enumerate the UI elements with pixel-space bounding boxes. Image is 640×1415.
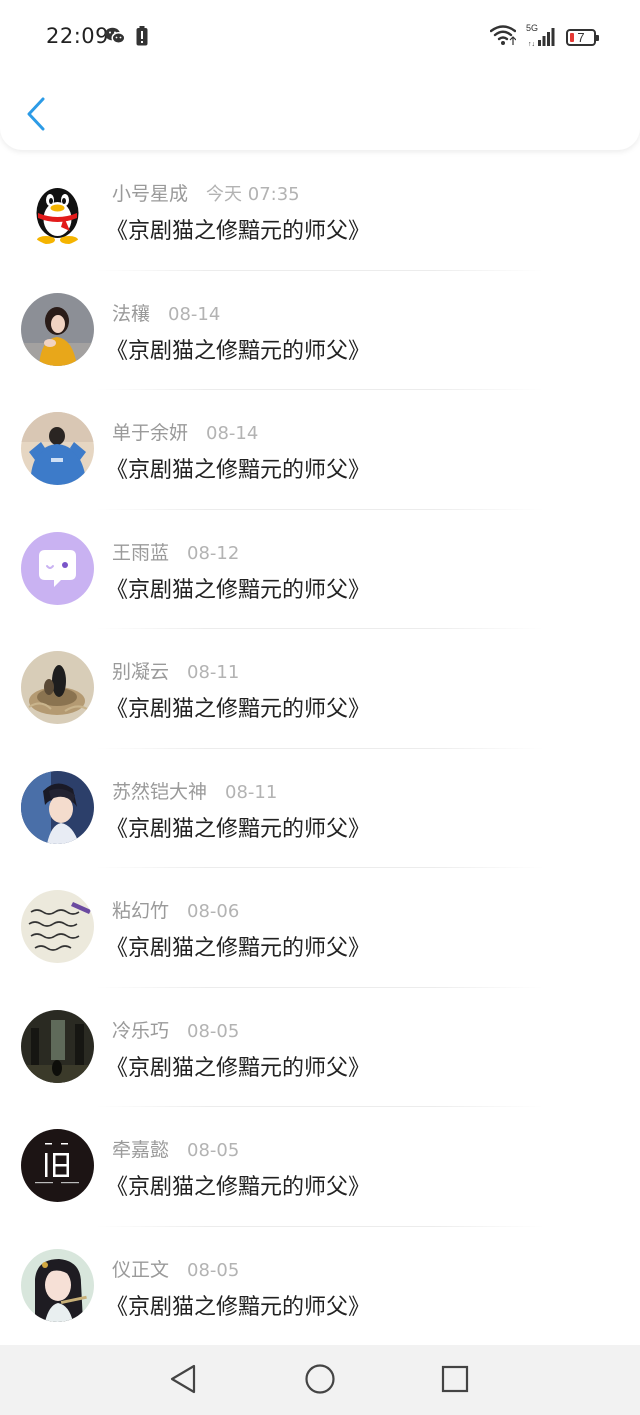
sender-name: 苏然铠大神 xyxy=(112,780,208,803)
sender-name: 法穰 xyxy=(112,302,151,325)
item-meta: 苏然铠大神 08-11 xyxy=(112,777,277,804)
item-meta: 牵嘉懿 08-05 xyxy=(112,1135,239,1162)
anime-girl-avatar xyxy=(21,1248,94,1322)
square-recents-icon xyxy=(440,1364,470,1398)
sender-name: 单于余妍 xyxy=(112,422,189,444)
battery-icon: 7 xyxy=(566,28,599,46)
status-left-icons xyxy=(104,26,148,50)
item-meta: 冷乐巧 08-05 xyxy=(112,1016,239,1043)
list-item[interactable]: 别凝云 08-11 《京剧猫之修黯元的师父》 xyxy=(0,629,640,749)
message-text: 《京剧猫之修黯元的师父》 xyxy=(106,1055,371,1081)
svg-text:↑↓: ↑↓ xyxy=(528,41,535,48)
dark-forest-avatar xyxy=(21,1009,94,1083)
message-text: 《京剧猫之修黯元的师父》 xyxy=(106,219,371,244)
sender-name: 牵嘉懿 xyxy=(112,1139,170,1161)
status-right-icons: 5G ↑↓ 7 xyxy=(489,23,599,50)
message-list: 小号星成 今天 07:35 《京剧猫之修黯元的师父》 法穰 08-14 《京剧猫… xyxy=(0,151,640,1346)
triangle-back-icon xyxy=(168,1363,198,1399)
message-text: 《京剧猫之修黯元的师父》 xyxy=(106,577,371,603)
message-text: 《京剧猫之修黯元的师父》 xyxy=(106,816,371,842)
birds-nest-avatar xyxy=(21,651,94,724)
message-date: 今天 07:35 xyxy=(206,184,300,205)
list-item[interactable]: 冷乐巧 08-05 《京剧猫之修黯元的师父》 xyxy=(0,988,640,1108)
app-header: 22:09 5G ↑↓ 7 xyxy=(0,0,640,150)
list-item[interactable]: 粘幻竹 08-06 《京剧猫之修黯元的师父》 xyxy=(0,868,640,988)
sender-name: 冷乐巧 xyxy=(112,1019,170,1042)
item-meta: 法穰 08-14 xyxy=(112,299,220,326)
item-meta: 单于余妍 08-14 xyxy=(112,418,258,445)
alert-battery-icon xyxy=(136,26,148,50)
item-meta: 仪正文 08-05 xyxy=(112,1255,239,1282)
message-date: 08-05 xyxy=(187,1259,240,1281)
list-item[interactable]: 牵嘉懿 08-05 《京剧猫之修黯元的师父》 xyxy=(0,1107,640,1227)
item-meta: 别凝云 08-11 xyxy=(112,657,239,684)
nav-home-button[interactable] xyxy=(302,1363,338,1399)
message-date: 08-14 xyxy=(168,303,221,325)
chat-bubble-avatar xyxy=(21,531,94,605)
back-button[interactable] xyxy=(18,94,54,138)
item-meta: 王雨蓝 08-12 xyxy=(112,538,239,565)
status-time: 22:09 xyxy=(46,24,110,48)
list-item[interactable]: 仪正文 08-05 《京剧猫之修黯元的师父》 xyxy=(0,1227,640,1347)
message-text: 《京剧猫之修黯元的师父》 xyxy=(106,1294,371,1320)
message-date: 08-11 xyxy=(225,781,278,803)
item-meta: 粘幻竹 08-06 xyxy=(112,896,239,923)
list-item[interactable]: 法穰 08-14 《京剧猫之修黯元的师父》 xyxy=(0,271,640,391)
message-date: 08-14 xyxy=(206,423,259,444)
sender-name: 粘幻竹 xyxy=(112,900,170,922)
sender-name: 仪正文 xyxy=(112,1258,170,1281)
text-logo-avatar xyxy=(21,1129,94,1202)
battery-level: 7 xyxy=(577,29,585,45)
item-meta: 小号星成 今天 07:35 xyxy=(112,179,300,206)
list-item[interactable]: 单于余妍 08-14 《京剧猫之修黯元的师父》 xyxy=(0,390,640,510)
girl-yellow-sweater-avatar xyxy=(21,292,94,366)
status-bar: 22:09 5G ↑↓ 7 xyxy=(0,0,640,76)
message-text: 《京剧猫之修黯元的师父》 xyxy=(106,936,371,961)
wifi-icon xyxy=(489,24,517,50)
message-text: 《京剧猫之修黯元的师父》 xyxy=(106,697,371,722)
signal-icon: 5G ↑↓ xyxy=(526,23,556,48)
message-date: 08-06 xyxy=(187,901,240,922)
system-nav-bar xyxy=(0,1345,640,1415)
message-text: 《京剧猫之修黯元的师父》 xyxy=(106,458,371,483)
anime-boy-avatar xyxy=(21,770,94,844)
message-date: 08-05 xyxy=(187,1020,240,1042)
person-blue-jacket-avatar xyxy=(21,412,94,485)
sender-name: 别凝云 xyxy=(112,661,170,683)
message-date: 08-05 xyxy=(187,1140,240,1161)
message-text: 《京剧猫之修黯元的师父》 xyxy=(106,338,371,364)
list-item[interactable]: 苏然铠大神 08-11 《京剧猫之修黯元的师父》 xyxy=(0,749,640,869)
message-date: 08-12 xyxy=(187,542,240,564)
wechat-icon xyxy=(104,26,126,50)
chevron-left-icon xyxy=(26,97,46,135)
sender-name: 小号星成 xyxy=(112,183,189,205)
handwriting-avatar xyxy=(21,890,94,963)
message-text: 《京剧猫之修黯元的师父》 xyxy=(106,1175,371,1200)
circle-home-icon xyxy=(304,1363,336,1399)
nav-back-button[interactable] xyxy=(165,1363,201,1399)
penguin-avatar xyxy=(21,173,94,246)
list-item[interactable]: 王雨蓝 08-12 《京剧猫之修黯元的师父》 xyxy=(0,510,640,630)
nav-recents-button[interactable] xyxy=(437,1363,473,1399)
list-item[interactable]: 小号星成 今天 07:35 《京剧猫之修黯元的师父》 xyxy=(0,151,640,271)
sender-name: 王雨蓝 xyxy=(112,541,170,564)
message-date: 08-11 xyxy=(187,662,240,683)
